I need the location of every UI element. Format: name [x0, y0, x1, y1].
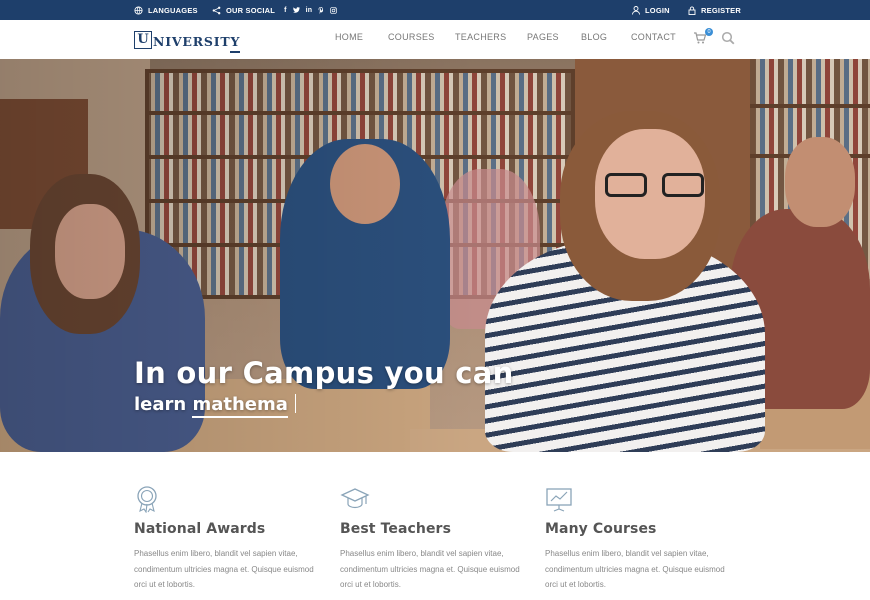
logo-initial: U — [134, 31, 152, 49]
facebook-icon[interactable]: f — [284, 7, 287, 14]
nav-teachers[interactable]: TEACHERS — [455, 32, 506, 42]
pinterest-glyph-icon[interactable] — [318, 6, 324, 14]
hero-headline: In our Campus you can — [134, 356, 514, 390]
nav-courses[interactable]: COURSES — [388, 32, 435, 42]
main-header: U NIVERSITY HOME COURSES TEACHERS PAGES … — [0, 20, 870, 59]
nav-pages[interactable]: PAGES — [527, 32, 559, 42]
hero-typed-word: mathema — [192, 394, 288, 418]
hero-overlay — [0, 59, 870, 452]
languages-link[interactable]: LANGUAGES — [134, 0, 198, 20]
register-label: REGISTER — [701, 5, 741, 15]
hero-banner — [0, 59, 870, 452]
languages-label: LANGUAGES — [148, 5, 198, 15]
presentation-chart-icon — [546, 488, 572, 512]
globe-icon — [134, 5, 143, 15]
twitter-icon[interactable] — [292, 7, 300, 13]
top-bar: LANGUAGES OUR SOCIAL f in p LOGIN REGIST… — [0, 0, 870, 20]
login-label: LOGIN — [645, 5, 670, 15]
feature-title: National Awards — [134, 521, 266, 537]
register-link[interactable]: REGISTER — [688, 0, 741, 20]
feature-text: Phasellus enim libero, blandit vel sapie… — [134, 549, 314, 589]
social-group: OUR SOCIAL f in p — [212, 0, 338, 20]
hero-subline-prefix: learn — [134, 394, 193, 415]
feature-title: Many Courses — [545, 521, 657, 537]
our-social-label: OUR SOCIAL — [226, 5, 276, 15]
nav-contact[interactable]: CONTACT — [631, 32, 676, 42]
typing-caret — [294, 394, 297, 413]
hero-subline: learn mathema — [134, 394, 297, 418]
lock-icon — [688, 6, 696, 15]
site-logo[interactable]: U NIVERSITY — [134, 29, 241, 53]
nav-blog[interactable]: BLOG — [581, 32, 607, 42]
award-icon — [137, 486, 157, 514]
feature-many-courses: Many Courses Phasellus enim libero, blan… — [545, 485, 745, 593]
search-icon[interactable] — [721, 31, 735, 45]
share-icon — [212, 6, 221, 14]
feature-national-awards: National Awards Phasellus enim libero, b… — [134, 485, 334, 593]
logo-text: NIVERSITY — [153, 34, 241, 53]
cart-count-badge: 0 — [705, 28, 713, 36]
feature-best-teachers: Best Teachers Phasellus enim libero, bla… — [340, 485, 540, 593]
nav-home[interactable]: HOME — [335, 32, 363, 42]
feature-text: Phasellus enim libero, blandit vel sapie… — [545, 549, 725, 589]
feature-title: Best Teachers — [340, 521, 451, 537]
graduation-cap-icon — [340, 488, 370, 509]
user-icon — [632, 5, 640, 15]
instagram-icon[interactable] — [330, 6, 338, 14]
feature-text: Phasellus enim libero, blandit vel sapie… — [340, 549, 520, 589]
login-link[interactable]: LOGIN — [632, 0, 670, 20]
linkedin-icon[interactable]: in — [306, 7, 313, 14]
